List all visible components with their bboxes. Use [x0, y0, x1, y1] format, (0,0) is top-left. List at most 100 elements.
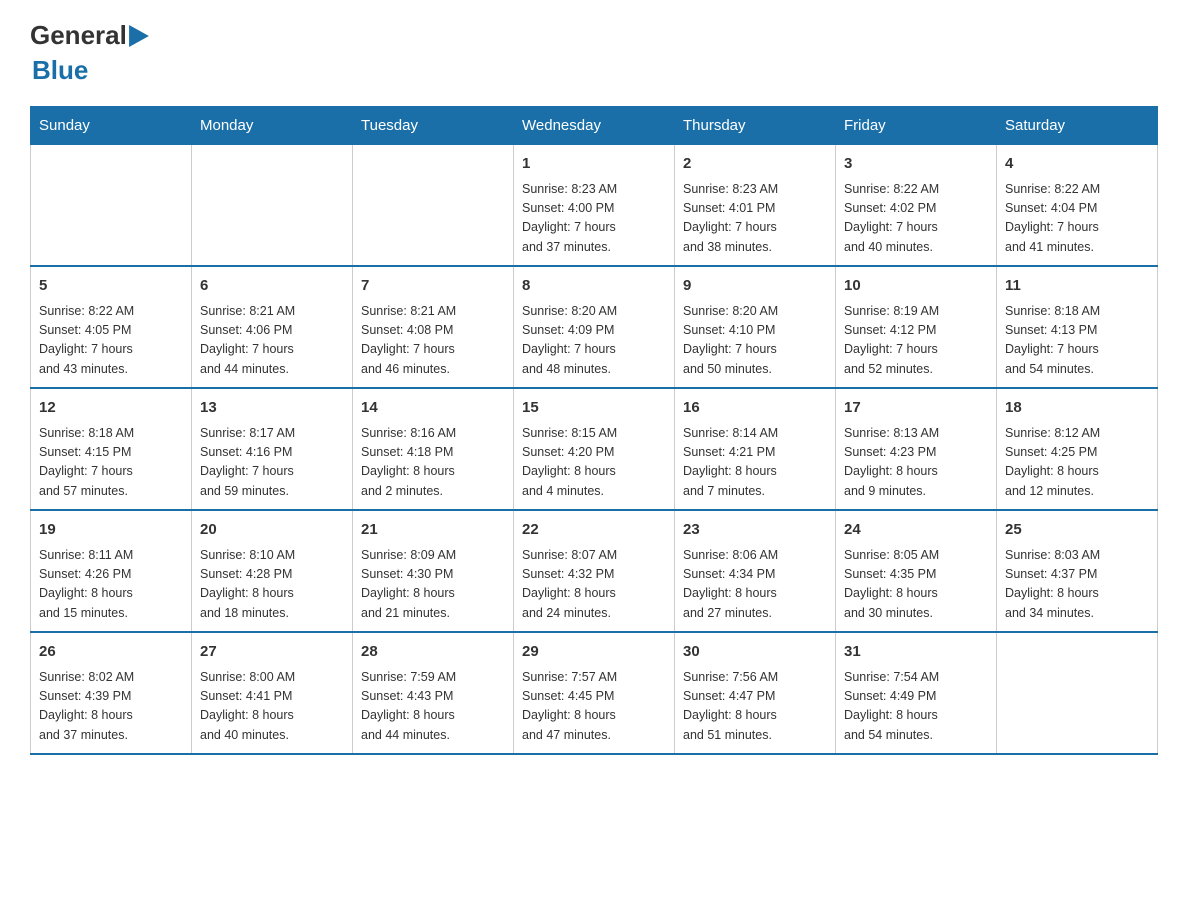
day-info: Sunrise: 8:09 AM Sunset: 4:30 PM Dayligh…: [361, 546, 505, 624]
header-day-sunday: Sunday: [31, 107, 192, 145]
day-number: 6: [200, 275, 344, 298]
day-info: Sunrise: 8:07 AM Sunset: 4:32 PM Dayligh…: [522, 546, 666, 624]
day-info: Sunrise: 8:19 AM Sunset: 4:12 PM Dayligh…: [844, 302, 988, 380]
day-number: 28: [361, 641, 505, 664]
header-day-saturday: Saturday: [997, 107, 1158, 145]
calendar-cell: 25Sunrise: 8:03 AM Sunset: 4:37 PM Dayli…: [997, 510, 1158, 632]
day-info: Sunrise: 8:16 AM Sunset: 4:18 PM Dayligh…: [361, 424, 505, 502]
calendar-cell: 1 Sunrise: 8:23 AM Sunset: 4:00 PM Daylig…: [514, 145, 675, 267]
day-info: Sunrise: 8:06 AM Sunset: 4:34 PM Dayligh…: [683, 546, 827, 624]
day-info: Sunrise: 8:11 AM Sunset: 4:26 PM Dayligh…: [39, 546, 183, 624]
calendar-cell: 27 Sunrise: 8:00 AM Sunset: 4:41 PM Dayli…: [192, 632, 353, 754]
day-number: 22: [522, 519, 666, 542]
day-number: 29: [522, 641, 666, 664]
calendar-cell: [353, 145, 514, 267]
calendar-cell: 16Sunrise: 8:14 AM Sunset: 4:21 PM Dayli…: [675, 388, 836, 510]
calendar-cell: 12 Sunrise: 8:18 AM Sunset: 4:15 PM Dayli…: [31, 388, 192, 510]
header-day-friday: Friday: [836, 107, 997, 145]
day-number: 24: [844, 519, 988, 542]
calendar-cell: 29 Sunrise: 7:57 AM Sunset: 4:45 PM Dayli…: [514, 632, 675, 754]
calendar-cell: 17 Sunrise: 8:13 AM Sunset: 4:23 PM Dayli…: [836, 388, 997, 510]
calendar-cell: 7 Sunrise: 8:21 AM Sunset: 4:08 PM Daylig…: [353, 266, 514, 388]
calendar-week-4: 19 Sunrise: 8:11 AM Sunset: 4:26 PM Dayli…: [31, 510, 1158, 632]
calendar-cell: 4 Sunrise: 8:22 AM Sunset: 4:04 PM Daylig…: [997, 145, 1158, 267]
calendar-cell: 9 Sunrise: 8:20 AM Sunset: 4:10 PM Daylig…: [675, 266, 836, 388]
header-day-tuesday: Tuesday: [353, 107, 514, 145]
day-number: 9: [683, 275, 827, 298]
day-info: Sunrise: 8:20 AM Sunset: 4:09 PM Dayligh…: [522, 302, 666, 380]
calendar-cell: 6 Sunrise: 8:21 AM Sunset: 4:06 PM Daylig…: [192, 266, 353, 388]
day-number: 5: [39, 275, 183, 298]
day-info: Sunrise: 8:23 AM Sunset: 4:00 PM Dayligh…: [522, 180, 666, 258]
day-number: 21: [361, 519, 505, 542]
day-info: Sunrise: 8:13 AM Sunset: 4:23 PM Dayligh…: [844, 424, 988, 502]
day-number: 1: [522, 153, 666, 176]
day-number: 15: [522, 397, 666, 420]
day-info: Sunrise: 8:18 AM Sunset: 4:15 PM Dayligh…: [39, 424, 183, 502]
day-info: Sunrise: 8:17 AM Sunset: 4:16 PM Dayligh…: [200, 424, 344, 502]
day-info: Sunrise: 8:10 AM Sunset: 4:28 PM Dayligh…: [200, 546, 344, 624]
calendar-cell: 3Sunrise: 8:22 AM Sunset: 4:02 PM Daylig…: [836, 145, 997, 267]
day-info: Sunrise: 8:22 AM Sunset: 4:02 PM Dayligh…: [844, 180, 988, 258]
calendar-cell: 21 Sunrise: 8:09 AM Sunset: 4:30 PM Dayli…: [353, 510, 514, 632]
calendar-cell: 10 Sunrise: 8:19 AM Sunset: 4:12 PM Dayli…: [836, 266, 997, 388]
day-number: 20: [200, 519, 344, 542]
calendar-week-2: 5 Sunrise: 8:22 AM Sunset: 4:05 PM Daylig…: [31, 266, 1158, 388]
day-info: Sunrise: 7:57 AM Sunset: 4:45 PM Dayligh…: [522, 668, 666, 746]
calendar-cell: 26 Sunrise: 8:02 AM Sunset: 4:39 PM Dayli…: [31, 632, 192, 754]
logo-blue-text: Blue: [32, 55, 88, 86]
calendar-cell: 19 Sunrise: 8:11 AM Sunset: 4:26 PM Dayli…: [31, 510, 192, 632]
day-number: 4: [1005, 153, 1149, 176]
calendar-cell: 30 Sunrise: 7:56 AM Sunset: 4:47 PM Dayli…: [675, 632, 836, 754]
day-number: 10: [844, 275, 988, 298]
day-info: Sunrise: 8:21 AM Sunset: 4:08 PM Dayligh…: [361, 302, 505, 380]
page-header: General Blue: [30, 20, 1158, 86]
calendar-cell: 11Sunrise: 8:18 AM Sunset: 4:13 PM Dayli…: [997, 266, 1158, 388]
day-info: Sunrise: 8:03 AM Sunset: 4:37 PM Dayligh…: [1005, 546, 1149, 624]
day-number: 18: [1005, 397, 1149, 420]
header-day-thursday: Thursday: [675, 107, 836, 145]
day-number: 17: [844, 397, 988, 420]
calendar-week-5: 26 Sunrise: 8:02 AM Sunset: 4:39 PM Dayli…: [31, 632, 1158, 754]
calendar-cell: 18Sunrise: 8:12 AM Sunset: 4:25 PM Dayli…: [997, 388, 1158, 510]
day-info: Sunrise: 8:15 AM Sunset: 4:20 PM Dayligh…: [522, 424, 666, 502]
day-info: Sunrise: 8:02 AM Sunset: 4:39 PM Dayligh…: [39, 668, 183, 746]
calendar-week-3: 12 Sunrise: 8:18 AM Sunset: 4:15 PM Dayli…: [31, 388, 1158, 510]
calendar-week-1: 1 Sunrise: 8:23 AM Sunset: 4:00 PM Daylig…: [31, 145, 1158, 267]
calendar-cell: 2Sunrise: 8:23 AM Sunset: 4:01 PM Daylig…: [675, 145, 836, 267]
day-number: 11: [1005, 275, 1149, 298]
day-number: 14: [361, 397, 505, 420]
day-number: 12: [39, 397, 183, 420]
day-info: Sunrise: 8:22 AM Sunset: 4:04 PM Dayligh…: [1005, 180, 1149, 258]
logo: General Blue: [30, 20, 149, 86]
day-info: Sunrise: 8:21 AM Sunset: 4:06 PM Dayligh…: [200, 302, 344, 380]
logo-general-text: General: [30, 20, 127, 51]
calendar-cell: 23Sunrise: 8:06 AM Sunset: 4:34 PM Dayli…: [675, 510, 836, 632]
day-number: 19: [39, 519, 183, 542]
calendar-cell: [31, 145, 192, 267]
day-info: Sunrise: 8:05 AM Sunset: 4:35 PM Dayligh…: [844, 546, 988, 624]
calendar-cell: 24 Sunrise: 8:05 AM Sunset: 4:35 PM Dayli…: [836, 510, 997, 632]
day-number: 13: [200, 397, 344, 420]
day-info: Sunrise: 8:20 AM Sunset: 4:10 PM Dayligh…: [683, 302, 827, 380]
day-number: 16: [683, 397, 827, 420]
calendar-header: SundayMondayTuesdayWednesdayThursdayFrid…: [31, 107, 1158, 145]
header-day-monday: Monday: [192, 107, 353, 145]
calendar-cell: 14 Sunrise: 8:16 AM Sunset: 4:18 PM Dayli…: [353, 388, 514, 510]
day-info: Sunrise: 7:56 AM Sunset: 4:47 PM Dayligh…: [683, 668, 827, 746]
day-number: 31: [844, 641, 988, 664]
day-number: 30: [683, 641, 827, 664]
calendar-cell: 15 Sunrise: 8:15 AM Sunset: 4:20 PM Dayli…: [514, 388, 675, 510]
header-day-wednesday: Wednesday: [514, 107, 675, 145]
calendar-cell: [997, 632, 1158, 754]
day-info: Sunrise: 8:22 AM Sunset: 4:05 PM Dayligh…: [39, 302, 183, 380]
day-number: 26: [39, 641, 183, 664]
day-number: 7: [361, 275, 505, 298]
day-info: Sunrise: 8:00 AM Sunset: 4:41 PM Dayligh…: [200, 668, 344, 746]
calendar-cell: 5 Sunrise: 8:22 AM Sunset: 4:05 PM Daylig…: [31, 266, 192, 388]
calendar-cell: 20 Sunrise: 8:10 AM Sunset: 4:28 PM Dayli…: [192, 510, 353, 632]
calendar-cell: 8Sunrise: 8:20 AM Sunset: 4:09 PM Daylig…: [514, 266, 675, 388]
day-number: 27: [200, 641, 344, 664]
calendar-cell: 28Sunrise: 7:59 AM Sunset: 4:43 PM Dayli…: [353, 632, 514, 754]
day-number: 2: [683, 153, 827, 176]
